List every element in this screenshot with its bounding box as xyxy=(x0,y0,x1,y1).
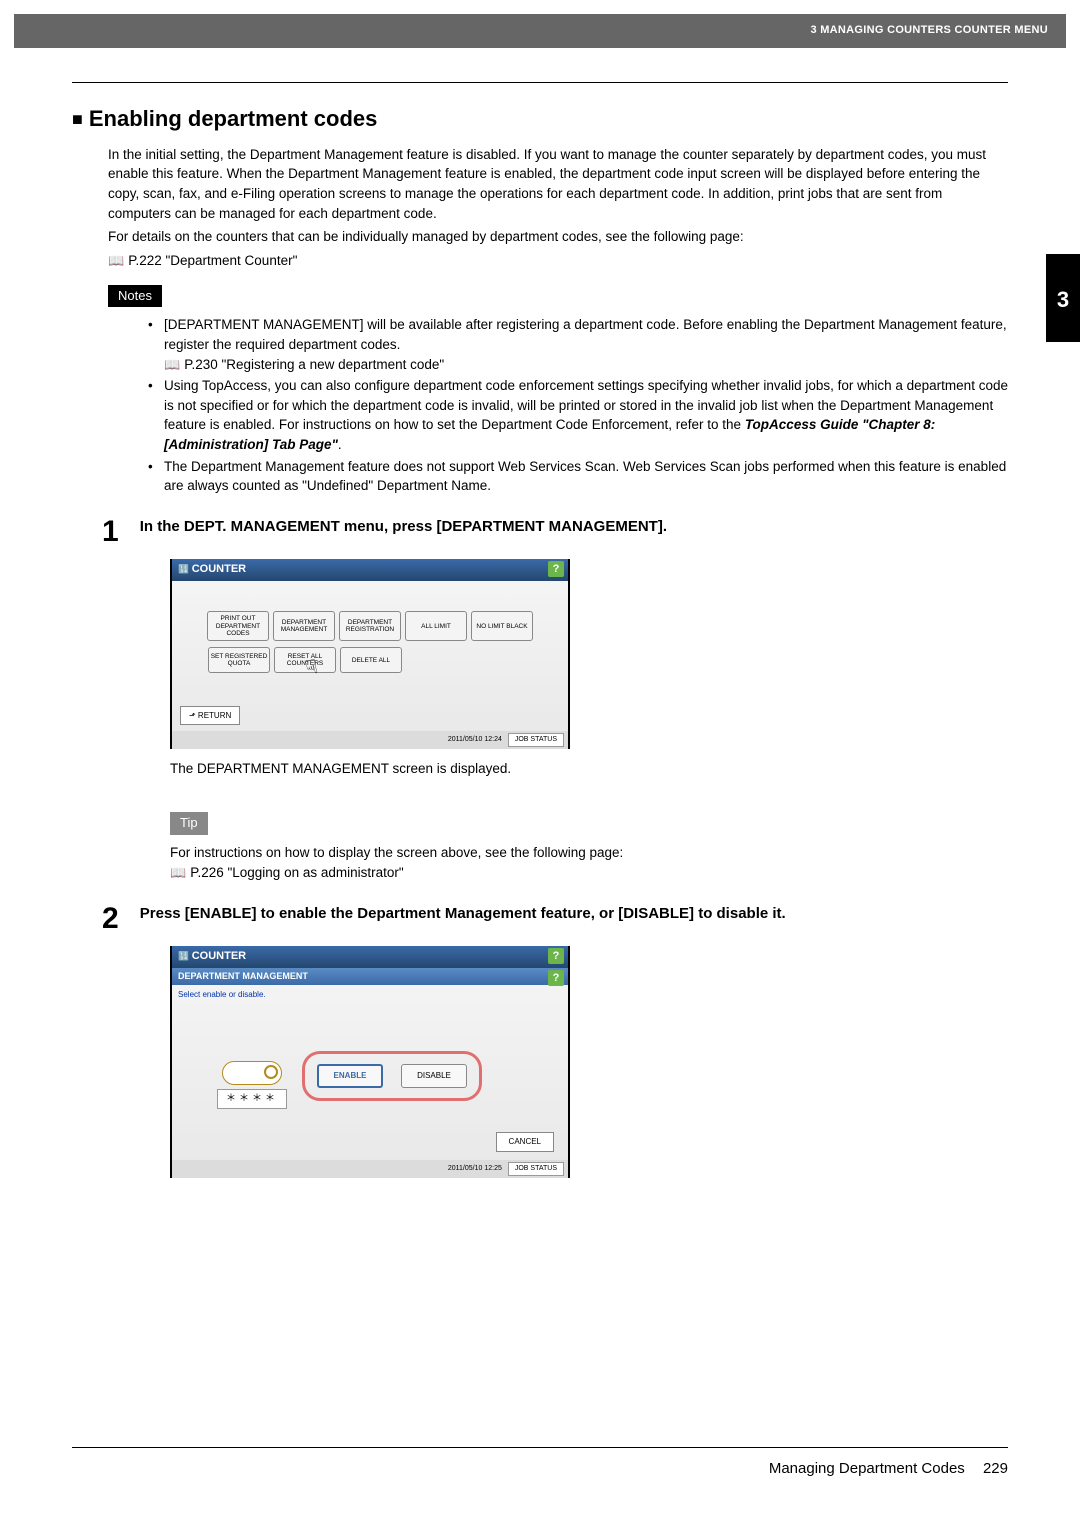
step-1-heading: In the DEPT. MANAGEMENT menu, press [DEP… xyxy=(140,510,1000,538)
step-1: 1 In the DEPT. MANAGEMENT menu, press [D… xyxy=(102,510,1008,883)
book-icon: 📖 xyxy=(170,865,186,880)
sc2-timestamp: 2011/05/10 12:25 xyxy=(448,1164,502,1174)
step-2-heading: Press [ENABLE] to enable the Department … xyxy=(140,897,1000,925)
btn-delete-all[interactable]: DELETE ALL xyxy=(340,647,402,673)
btn-dept-management[interactable]: DEPARTMENT MANAGEMENT xyxy=(273,611,335,641)
book-icon: 📖 xyxy=(164,357,180,372)
help-icon[interactable]: ? xyxy=(548,970,564,986)
chapter-side-tab: 3 xyxy=(1046,254,1080,342)
screenshot-enable-disable: 🔢 COUNTER ? DEPARTMENT MANAGEMENT ? Sele… xyxy=(170,946,570,1178)
btn-set-quota[interactable]: SET REGISTERED QUOTA xyxy=(208,647,270,673)
btn-dept-registration[interactable]: DEPARTMENT REGISTRATION xyxy=(339,611,401,641)
btn-enable[interactable]: ENABLE xyxy=(317,1064,383,1088)
key-icon xyxy=(222,1061,282,1085)
details-lead: For details on the counters that can be … xyxy=(108,227,1008,247)
ref-dept-counter[interactable]: 📖P.222 "Department Counter" xyxy=(108,251,1008,271)
btn-disable[interactable]: DISABLE xyxy=(401,1064,467,1088)
sc1-timestamp: 2011/05/10 12:24 xyxy=(448,735,502,745)
step-1-number: 1 xyxy=(102,510,136,554)
screenshot-dept-menu: 🔢 COUNTER ? PRINT OUT DEPARTMENT CODES D… xyxy=(170,559,570,749)
chapter-number: 3 xyxy=(1057,287,1069,312)
sc1-row1: PRINT OUT DEPARTMENT CODES DEPARTMENT MA… xyxy=(180,611,560,641)
sc1-titlebar: 🔢 COUNTER ? xyxy=(172,559,568,581)
tip-text: For instructions on how to display the s… xyxy=(170,843,1008,863)
footer-section-title: Managing Department Codes xyxy=(769,1460,965,1477)
sc1-row2: SET REGISTERED QUOTA RESET ALL COUNTERS … xyxy=(180,647,560,673)
sc1-counter-icon: 🔢 xyxy=(178,564,192,574)
page-content: ■Enabling department codes In the initia… xyxy=(72,82,1008,1188)
sc2-instruction: Select enable or disable. xyxy=(172,985,568,1005)
ref-admin-logon[interactable]: 📖P.226 "Logging on as administrator" xyxy=(170,863,1008,883)
top-rule xyxy=(72,82,1008,83)
step-2-number: 2 xyxy=(102,897,136,941)
btn-cancel[interactable]: CANCEL xyxy=(496,1132,554,1152)
step-2: 2 Press [ENABLE] to enable the Departmen… xyxy=(102,897,1008,1178)
btn-printout-codes[interactable]: PRINT OUT DEPARTMENT CODES xyxy=(207,611,269,641)
btn-job-status[interactable]: JOB STATUS xyxy=(508,733,564,747)
section-title: ■Enabling department codes xyxy=(72,103,1008,135)
header-bar: 3 MANAGING COUNTERS COUNTER MENU xyxy=(14,14,1066,48)
notes-list: [DEPARTMENT MANAGEMENT] will be availabl… xyxy=(152,315,1008,495)
note-item-3: The Department Management feature does n… xyxy=(152,457,1008,496)
note-item-1: [DEPARTMENT MANAGEMENT] will be availabl… xyxy=(152,315,1008,374)
footer-rule xyxy=(72,1447,1008,1448)
page-number: 229 xyxy=(983,1460,1008,1477)
help-icon[interactable]: ? xyxy=(548,561,564,577)
note-item-2: Using TopAccess, you can also configure … xyxy=(152,376,1008,454)
sc2-titlebar: 🔢 COUNTER ? xyxy=(172,946,568,968)
notes-label: Notes xyxy=(108,285,162,308)
sc2-subtitle: DEPARTMENT MANAGEMENT ? xyxy=(172,968,568,985)
sc2-footer: 2011/05/10 12:25 JOB STATUS xyxy=(172,1160,568,1178)
enable-disable-highlight: ENABLE DISABLE xyxy=(302,1051,482,1101)
ref-register-code[interactable]: 📖P.230 "Registering a new department cod… xyxy=(164,355,1008,375)
page-footer: Managing Department Codes 229 xyxy=(72,1447,1008,1480)
btn-all-limit[interactable]: ALL LIMIT xyxy=(405,611,467,641)
book-icon: 📖 xyxy=(108,253,124,268)
sc1-footer: 2011/05/10 12:24 JOB STATUS xyxy=(172,731,568,749)
intro-paragraph: In the initial setting, the Department M… xyxy=(108,145,1008,223)
password-mask: ＊＊＊＊ xyxy=(217,1089,287,1110)
btn-no-limit-black[interactable]: NO LIMIT BLACK xyxy=(471,611,533,641)
tip-label: Tip xyxy=(170,812,208,835)
help-icon[interactable]: ? xyxy=(548,948,564,964)
sc2-counter-icon: 🔢 xyxy=(178,951,192,961)
btn-return[interactable]: ⬏ RETURN xyxy=(180,706,240,726)
btn-job-status[interactable]: JOB STATUS xyxy=(508,1162,564,1176)
step1-after-text: The DEPARTMENT MANAGEMENT screen is disp… xyxy=(170,759,1008,779)
section-bullet-icon: ■ xyxy=(72,109,83,129)
header-breadcrumb: 3 MANAGING COUNTERS COUNTER MENU xyxy=(810,24,1048,36)
